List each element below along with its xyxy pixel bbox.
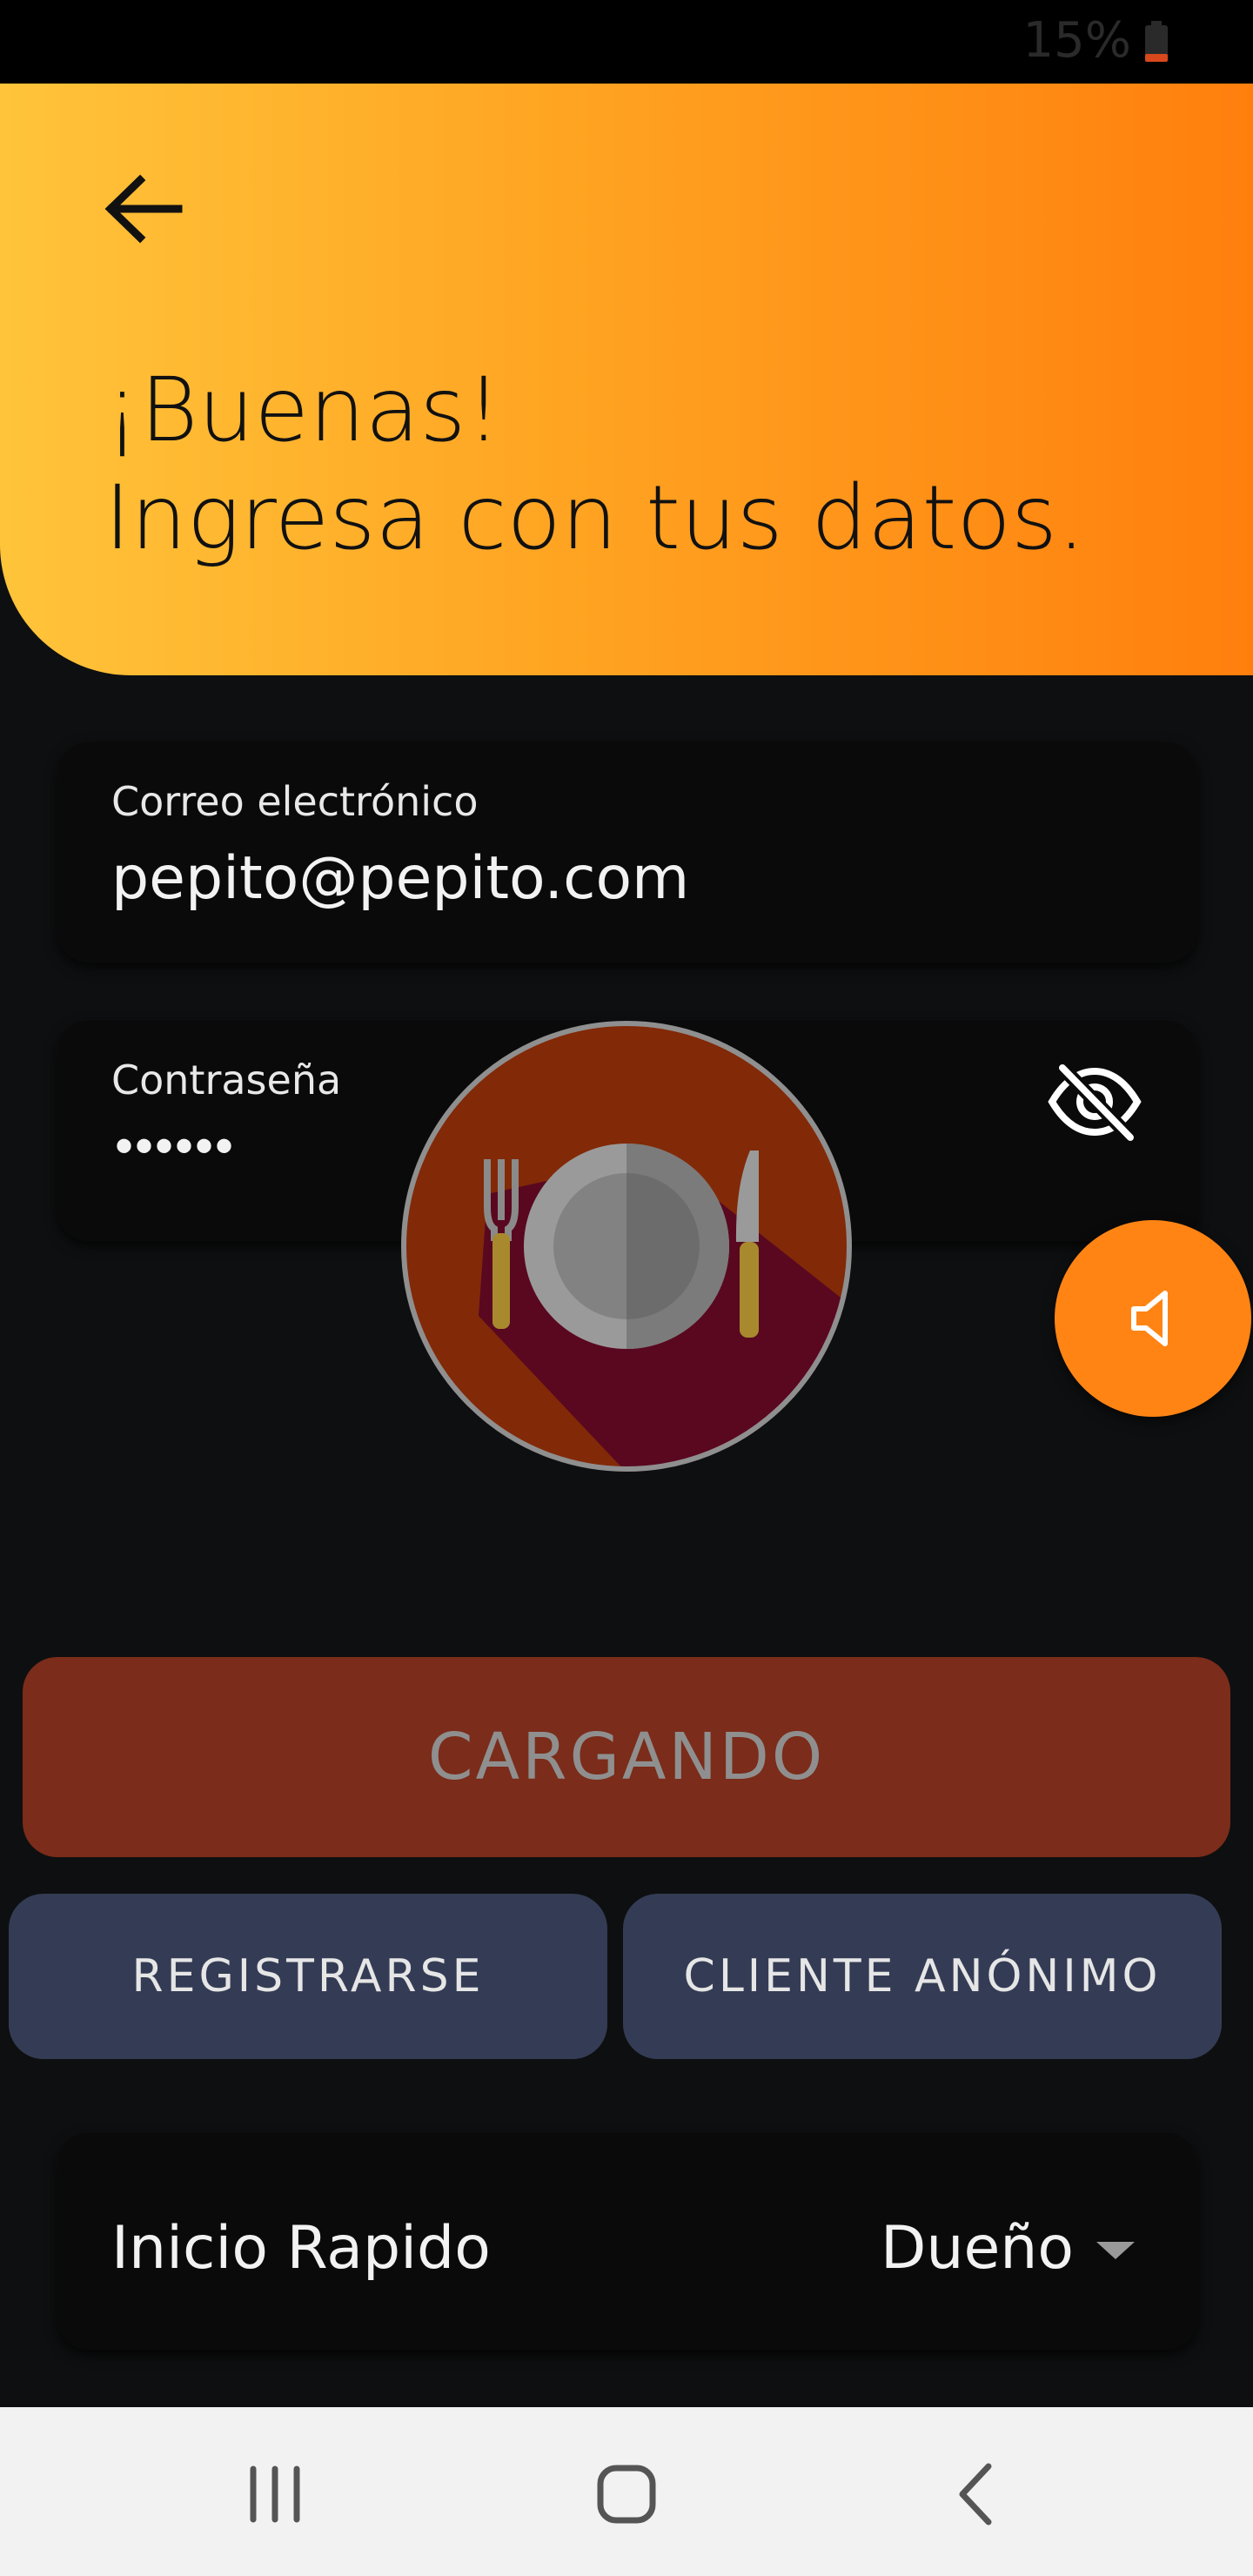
page-title: ¡Buenas! Ingresa con tus datos. — [104, 357, 1149, 573]
arrow-left-icon — [104, 174, 183, 244]
battery-percentage: 15% — [1022, 12, 1131, 69]
title-greeting: ¡Buenas! — [104, 359, 502, 462]
eye-off-icon — [1048, 1063, 1142, 1141]
register-button[interactable]: REGISTRARSE — [9, 1894, 607, 2059]
recents-icon — [250, 2465, 300, 2523]
email-input[interactable]: pepito@pepito.com — [111, 844, 689, 913]
quick-start-selected-value: Dueño — [881, 2213, 1074, 2283]
quick-start-select[interactable]: Dueño — [881, 2209, 1135, 2287]
status-bar: 15% — [0, 0, 1253, 84]
home-icon — [597, 2465, 656, 2524]
quick-start-label: Inicio Rapido — [111, 2214, 491, 2283]
anonymous-client-button[interactable]: CLIENTE ANÓNIMO — [623, 1894, 1222, 2059]
plate-fork-knife-icon — [401, 1021, 852, 1472]
back-button[interactable] — [96, 165, 191, 252]
login-button[interactable]: CARGANDO — [23, 1657, 1230, 1857]
system-nav-bar — [0, 2407, 1253, 2576]
password-input[interactable]: •••••• — [115, 1116, 235, 1176]
recents-button[interactable] — [223, 2442, 327, 2546]
chevron-down-icon — [1096, 2242, 1135, 2259]
back-chevron-icon — [959, 2463, 992, 2526]
sound-button[interactable] — [1055, 1220, 1251, 1417]
home-button[interactable] — [574, 2442, 679, 2546]
nav-back-button[interactable] — [924, 2442, 1029, 2546]
speaker-icon — [1131, 1291, 1168, 1346]
email-field[interactable]: Correo electrónico pepito@pepito.com — [57, 741, 1197, 963]
password-label: Contraseña — [111, 1057, 342, 1104]
battery-low-icon — [1145, 21, 1168, 62]
email-label: Correo electrónico — [111, 778, 479, 825]
quick-start-panel: Inicio Rapido Dueño — [57, 2132, 1197, 2350]
toggle-password-visibility-button[interactable] — [1042, 1050, 1147, 1154]
title-subtitle: Ingresa con tus datos. — [104, 466, 1086, 570]
